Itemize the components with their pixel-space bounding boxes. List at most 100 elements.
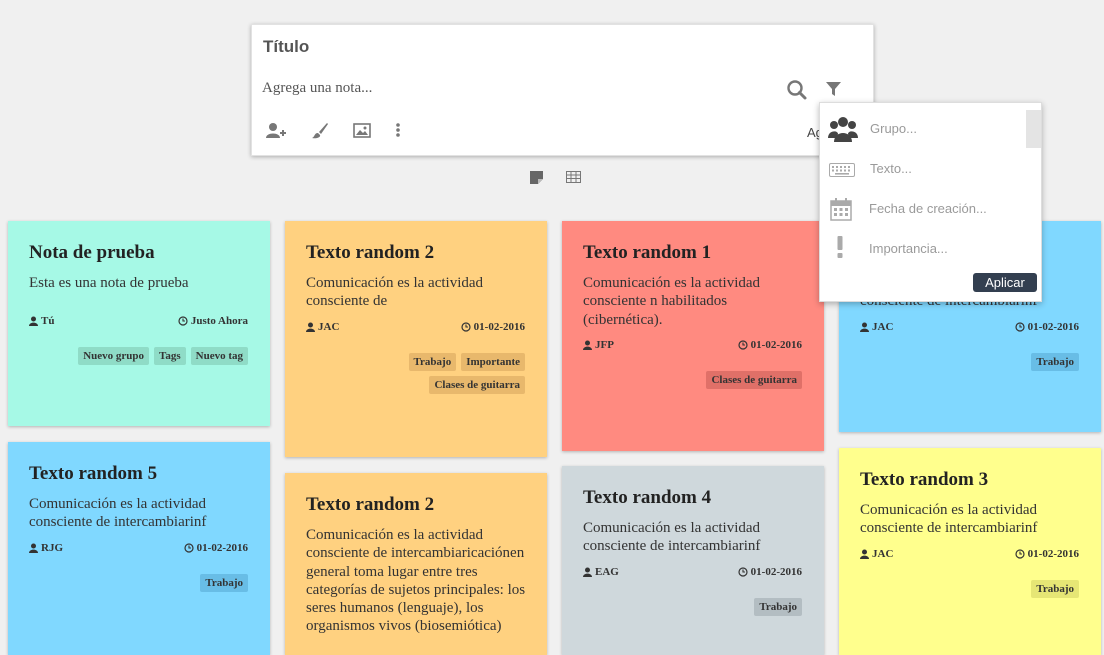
note-date: 01-02-2016 — [461, 321, 525, 333]
note-tags: Trabajo — [879, 353, 1079, 371]
note-title: Texto random 2 — [306, 242, 435, 263]
note-date: 01-02-2016 — [184, 542, 248, 554]
tag[interactable]: Trabajo — [408, 353, 457, 371]
user-icon — [29, 543, 38, 553]
note-tags: Clases de guitarra — [602, 371, 802, 389]
image-icon[interactable] — [353, 123, 371, 138]
note-title: Texto random 4 — [583, 487, 712, 508]
note-author: JAC — [306, 321, 339, 333]
tag[interactable]: Trabajo — [200, 574, 248, 592]
more-vert-icon[interactable] — [395, 122, 401, 138]
filter-dropdown: Grupo... Texto... Fecha de creación... I… — [819, 102, 1042, 302]
add-user-icon[interactable] — [266, 122, 287, 139]
note-body: Comunicación es la actividad consciente … — [860, 502, 1038, 537]
note-author: RJG — [29, 542, 63, 554]
note-card[interactable]: Texto random 3 Comunicación es la activi… — [839, 448, 1101, 655]
search-icon[interactable] — [786, 79, 808, 101]
tag[interactable]: Trabajo — [1031, 353, 1079, 371]
clock-icon — [1015, 322, 1025, 332]
user-icon — [860, 549, 869, 559]
tag[interactable]: Nuevo tag — [190, 347, 248, 365]
clock-icon — [738, 340, 748, 350]
author-name: JAC — [872, 548, 894, 560]
date-text: 01-02-2016 — [196, 542, 248, 554]
note-tags: Trabajo — [879, 580, 1079, 598]
note-card[interactable]: Texto random 5 Comunicación es la activi… — [8, 442, 270, 655]
user-icon — [860, 322, 869, 332]
note-title: Texto random 2 — [306, 494, 435, 515]
note-card[interactable]: Texto random 2 Comunicación es la activi… — [285, 221, 547, 457]
date-text: 01-02-2016 — [750, 339, 802, 351]
tag[interactable]: Clases de guitarra — [706, 371, 802, 389]
note-author: JAC — [860, 548, 893, 560]
tag[interactable]: Importante — [461, 353, 525, 371]
tag[interactable]: Trabajo — [754, 598, 802, 616]
note-tags: Trabajo Importante Clases de guitarra — [395, 353, 525, 394]
tag[interactable]: Nuevo grupo — [78, 347, 150, 365]
note-title-field[interactable]: Título — [263, 37, 309, 57]
clock-icon — [184, 543, 194, 553]
filter-option-text[interactable]: Texto... — [820, 150, 1027, 190]
clock-icon — [1015, 549, 1025, 559]
note-date: 01-02-2016 — [1015, 321, 1079, 333]
filter-option-group[interactable]: Grupo... — [820, 110, 1027, 150]
apply-button[interactable]: Aplicar — [973, 273, 1037, 292]
filter-icon[interactable] — [825, 81, 842, 98]
note-view-icon[interactable] — [529, 170, 544, 185]
note-date: 01-02-2016 — [738, 339, 802, 351]
note-title: Texto random 5 — [29, 463, 158, 484]
note-card[interactable]: Texto random 1 Comunicación es la activi… — [562, 221, 824, 451]
note-tags: Trabajo — [602, 598, 802, 616]
note-date: Justo Ahora — [178, 315, 248, 327]
clock-icon — [178, 316, 188, 326]
note-body: Comunicación es la actividad consciente … — [583, 275, 761, 328]
note-title: Nota de prueba — [29, 242, 155, 263]
author-name: JAC — [872, 321, 894, 333]
tag[interactable]: Trabajo — [1031, 580, 1079, 598]
note-author: Tú — [29, 315, 54, 327]
dropdown-scrollbar[interactable] — [1026, 110, 1041, 148]
tag[interactable]: Tags — [154, 347, 186, 365]
brush-icon[interactable] — [311, 122, 329, 139]
filter-option-label: Grupo... — [870, 121, 917, 136]
note-author: JAC — [860, 321, 893, 333]
author-name: RJG — [41, 542, 63, 554]
group-icon — [828, 117, 858, 142]
date-text: 01-02-2016 — [1027, 548, 1079, 560]
filter-option-label: Importancia... — [869, 241, 948, 256]
note-body: Comunicación es la actividad consciente … — [583, 520, 761, 555]
filter-option-date[interactable]: Fecha de creación... — [820, 190, 1027, 230]
filter-option-label: Texto... — [870, 161, 912, 176]
filter-option-importance[interactable]: Importancia... — [820, 230, 1027, 270]
note-author: EAG — [583, 566, 619, 578]
note-card[interactable]: Nota de prueba Esta es una nota de prueb… — [8, 221, 270, 426]
author-name: EAG — [595, 566, 619, 578]
user-icon — [306, 322, 315, 332]
note-author: JFP — [583, 339, 614, 351]
keyboard-icon — [829, 163, 855, 177]
note-card[interactable]: Texto random 2 Comunicación es la activi… — [285, 473, 547, 655]
clock-icon — [738, 567, 748, 577]
note-body: Comunicación es la actividad consciente … — [306, 275, 484, 310]
note-body: Esta es una nota de prueba — [29, 275, 189, 291]
user-icon — [29, 316, 38, 326]
note-date: 01-02-2016 — [738, 566, 802, 578]
filter-option-label: Fecha de creación... — [869, 201, 987, 216]
table-view-icon[interactable] — [566, 171, 581, 183]
date-text: 01-02-2016 — [1027, 321, 1079, 333]
note-editor: Título Ag — [251, 24, 874, 156]
clock-icon — [461, 322, 471, 332]
note-date: 01-02-2016 — [1015, 548, 1079, 560]
user-icon — [583, 567, 592, 577]
note-tags: Nuevo grupo Tags Nuevo tag — [48, 347, 248, 365]
author-name: JAC — [318, 321, 340, 333]
note-tags: Trabajo — [48, 574, 248, 592]
date-text: 01-02-2016 — [473, 321, 525, 333]
note-body: Comunicación es la actividad consciente … — [306, 527, 526, 635]
note-body: Comunicación es la actividad consciente … — [29, 496, 207, 531]
date-text: Justo Ahora — [190, 315, 248, 327]
note-body-input[interactable] — [262, 80, 762, 97]
note-card[interactable]: Texto random 4 Comunicación es la activi… — [562, 466, 824, 655]
tag[interactable]: Clases de guitarra — [429, 376, 525, 394]
note-title: Texto random 1 — [583, 242, 712, 263]
